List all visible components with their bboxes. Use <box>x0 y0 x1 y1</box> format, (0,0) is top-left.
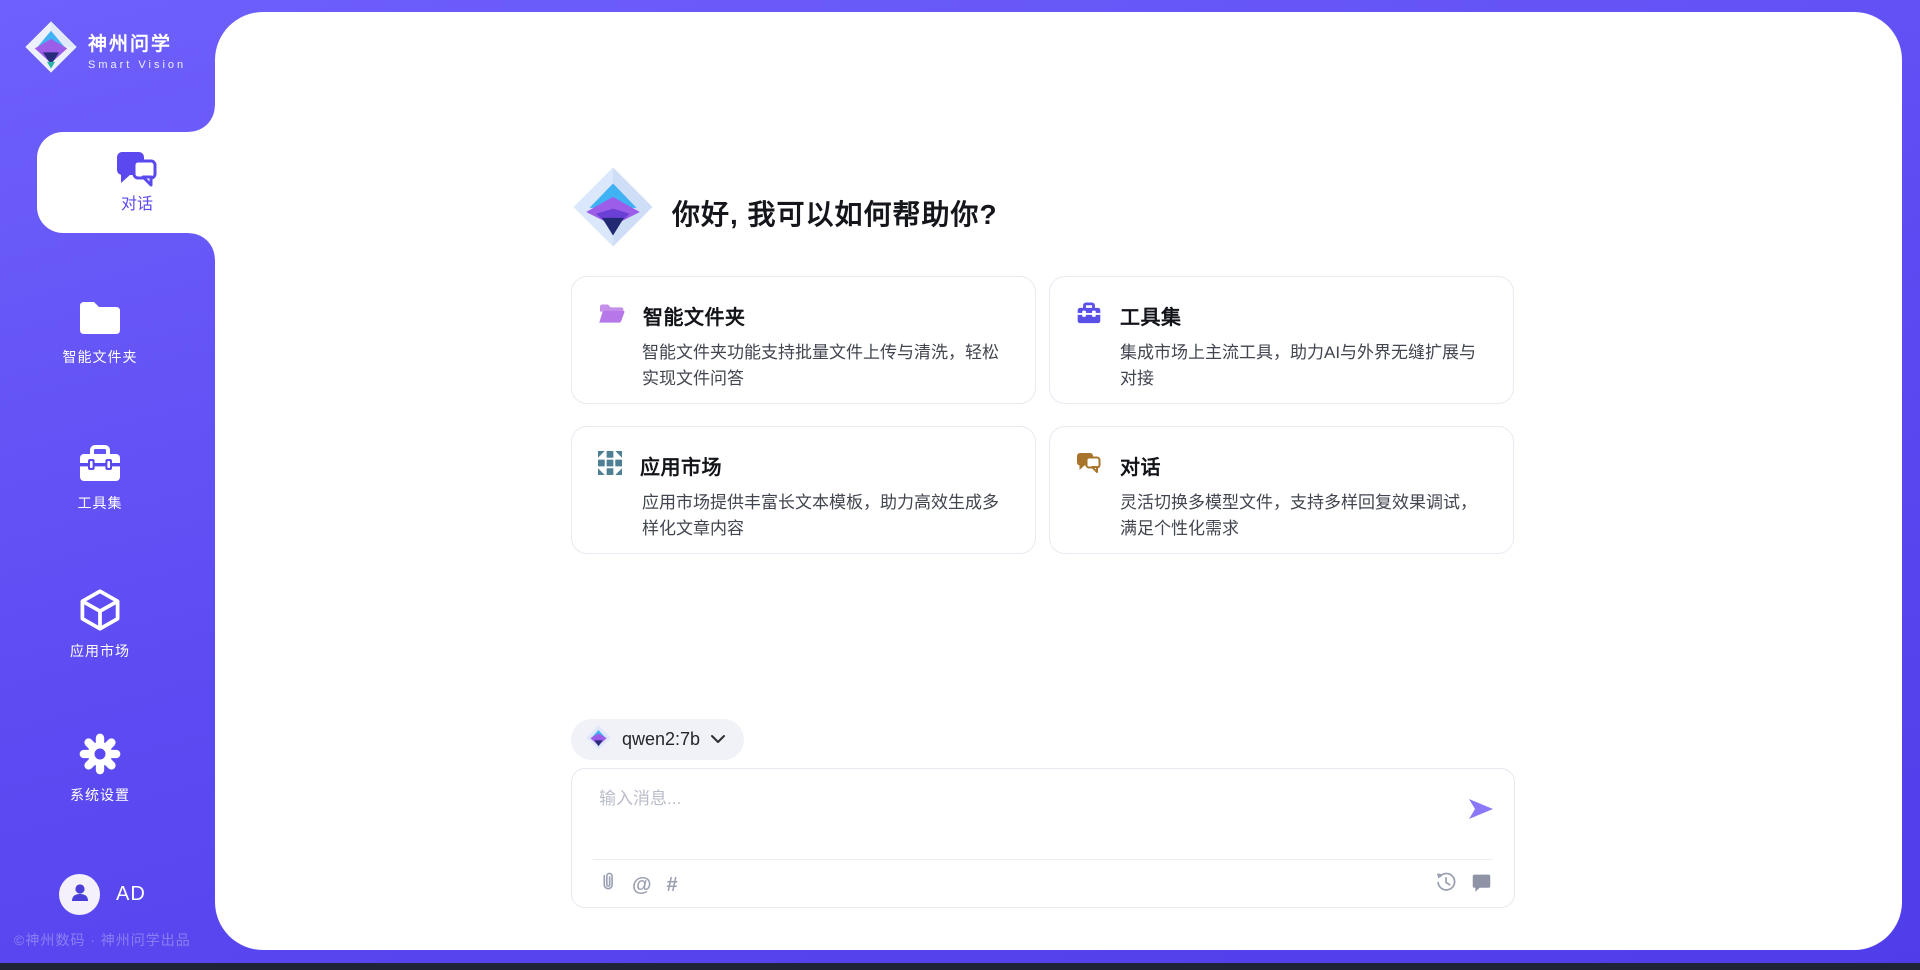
history-icon[interactable] <box>1435 871 1457 898</box>
diamond-logo-icon <box>585 724 612 756</box>
card-chat[interactable]: 对话 灵活切换多模型文件，支持多样回复效果调试，满足个性化需求 <box>1049 426 1514 554</box>
folder-icon <box>0 298 200 338</box>
chat-bubbles-icon <box>37 150 237 190</box>
user-profile[interactable]: AD <box>59 874 146 915</box>
card-description: 智能文件夹功能支持批量文件上传与清洗，轻松实现文件问答 <box>642 340 1007 392</box>
user-name: AD <box>116 883 146 906</box>
open-folder-icon <box>598 302 625 330</box>
toolbox-icon <box>1076 302 1102 330</box>
avatar <box>59 874 100 915</box>
copyright-text: ©神州数码 · 神州问学出品 <box>14 930 191 950</box>
sidebar-item-app-market[interactable]: 应用市场 <box>0 588 200 661</box>
model-selector[interactable]: qwen2:7b <box>571 719 744 760</box>
send-icon[interactable] <box>1467 797 1495 826</box>
brand-subtitle: Smart Vision <box>88 59 186 71</box>
brand-diamond-logo-icon <box>24 20 78 79</box>
sidebar-item-label: 智能文件夹 <box>0 347 200 367</box>
cube-icon <box>0 588 200 632</box>
main-panel: 你好, 我可以如何帮助你? 智能文件夹 智能文件夹功能支持批量文件上传与清洗，轻… <box>215 12 1902 950</box>
composer-divider <box>593 859 1493 860</box>
toolbox-icon <box>0 444 200 484</box>
sidebar-item-label: 应用市场 <box>0 641 200 661</box>
card-app-market[interactable]: 应用市场 应用市场提供丰富长文本模板，助力高效生成多样化文章内容 <box>571 426 1036 554</box>
card-description: 应用市场提供丰富长文本模板，助力高效生成多样化文章内容 <box>642 490 1007 542</box>
app-grid-icon <box>598 451 622 480</box>
card-title: 应用市场 <box>640 451 722 480</box>
sidebar-item-settings[interactable]: 系统设置 <box>0 732 200 805</box>
brand: 神州问学 Smart Vision <box>24 20 186 79</box>
paperclip-icon[interactable] <box>597 871 617 898</box>
model-name: qwen2:7b <box>622 729 700 750</box>
message-input[interactable] <box>599 784 1419 814</box>
card-title: 对话 <box>1120 451 1161 480</box>
card-description: 灵活切换多模型文件，支持多样回复效果调试，满足个性化需求 <box>1120 490 1485 542</box>
card-title: 智能文件夹 <box>643 301 746 330</box>
person-icon <box>68 880 92 909</box>
sidebar-item-label: 工具集 <box>0 493 200 513</box>
brand-name: 神州问学 <box>88 29 186 56</box>
chevron-down-icon <box>710 731 726 749</box>
sidebar-item-label: 对话 <box>37 190 237 214</box>
message-composer: @ # <box>571 768 1515 908</box>
card-description: 集成市场上主流工具，助力AI与外界无缝扩展与对接 <box>1120 340 1485 392</box>
chat-bubbles-icon <box>1076 452 1102 480</box>
hash-icon[interactable]: # <box>667 874 678 896</box>
card-smart-folder[interactable]: 智能文件夹 智能文件夹功能支持批量文件上传与清洗，轻松实现文件问答 <box>571 276 1036 404</box>
gear-icon <box>0 732 200 776</box>
card-title: 工具集 <box>1120 301 1182 330</box>
sidebar-item-smart-folder[interactable]: 智能文件夹 <box>0 298 200 367</box>
card-toolset[interactable]: 工具集 集成市场上主流工具，助力AI与外界无缝扩展与对接 <box>1049 276 1514 404</box>
sidebar: 神州问学 Smart Vision 对话 <box>0 0 215 970</box>
sidebar-item-label: 系统设置 <box>0 785 200 805</box>
greeting-title: 你好, 我可以如何帮助你? <box>672 193 998 233</box>
greeting-diamond-logo-icon <box>571 165 655 254</box>
feature-cards: 智能文件夹 智能文件夹功能支持批量文件上传与清洗，轻松实现文件问答 工具集 集成… <box>571 276 1515 554</box>
comment-icon[interactable] <box>1471 872 1492 898</box>
window-bottom-edge <box>0 963 1920 970</box>
at-icon[interactable]: @ <box>632 874 652 896</box>
sidebar-item-toolset[interactable]: 工具集 <box>0 444 200 513</box>
sidebar-item-chat[interactable]: 对话 <box>37 132 215 233</box>
